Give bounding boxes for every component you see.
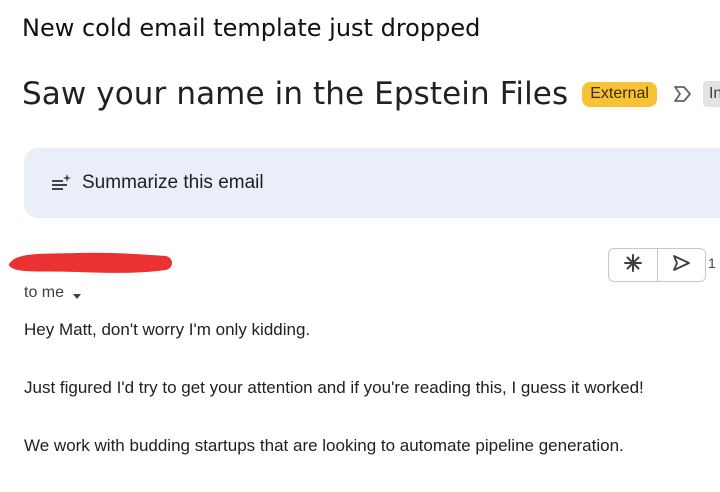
sender-redaction	[8, 252, 173, 273]
send-icon	[671, 253, 691, 278]
trailing-text: 1	[708, 255, 716, 271]
sparkle-icon	[623, 253, 643, 278]
subject-row: Saw your name in the Epstein Files Exter…	[22, 74, 720, 114]
send-button[interactable]	[656, 249, 706, 281]
email-body-line: Just figured I'd try to get your attenti…	[24, 378, 644, 397]
inbox-label[interactable]: Inbox	[702, 81, 720, 107]
label-arrow-icon[interactable]	[673, 84, 693, 104]
email-body-line: We work with budding startups that are l…	[24, 436, 624, 455]
external-badge: External	[582, 81, 657, 107]
caret-down-icon	[72, 288, 82, 299]
recipient-label: to me	[24, 284, 65, 301]
email-subject: Saw your name in the Epstein Files	[22, 76, 569, 112]
email-body-line: Hey Matt, don't worry I'm only kidding.	[24, 320, 311, 339]
summarize-button[interactable]: Summarize this email	[24, 148, 720, 218]
email-view: Saw your name in the Epstein Files Exter…	[0, 58, 720, 492]
recipient-dropdown[interactable]: to me	[24, 284, 82, 302]
message-actions	[608, 248, 706, 282]
sparkle-button[interactable]	[609, 249, 657, 281]
summarize-icon	[50, 172, 72, 194]
summarize-label: Summarize this email	[82, 172, 264, 193]
post-caption: New cold email template just dropped	[22, 14, 481, 42]
